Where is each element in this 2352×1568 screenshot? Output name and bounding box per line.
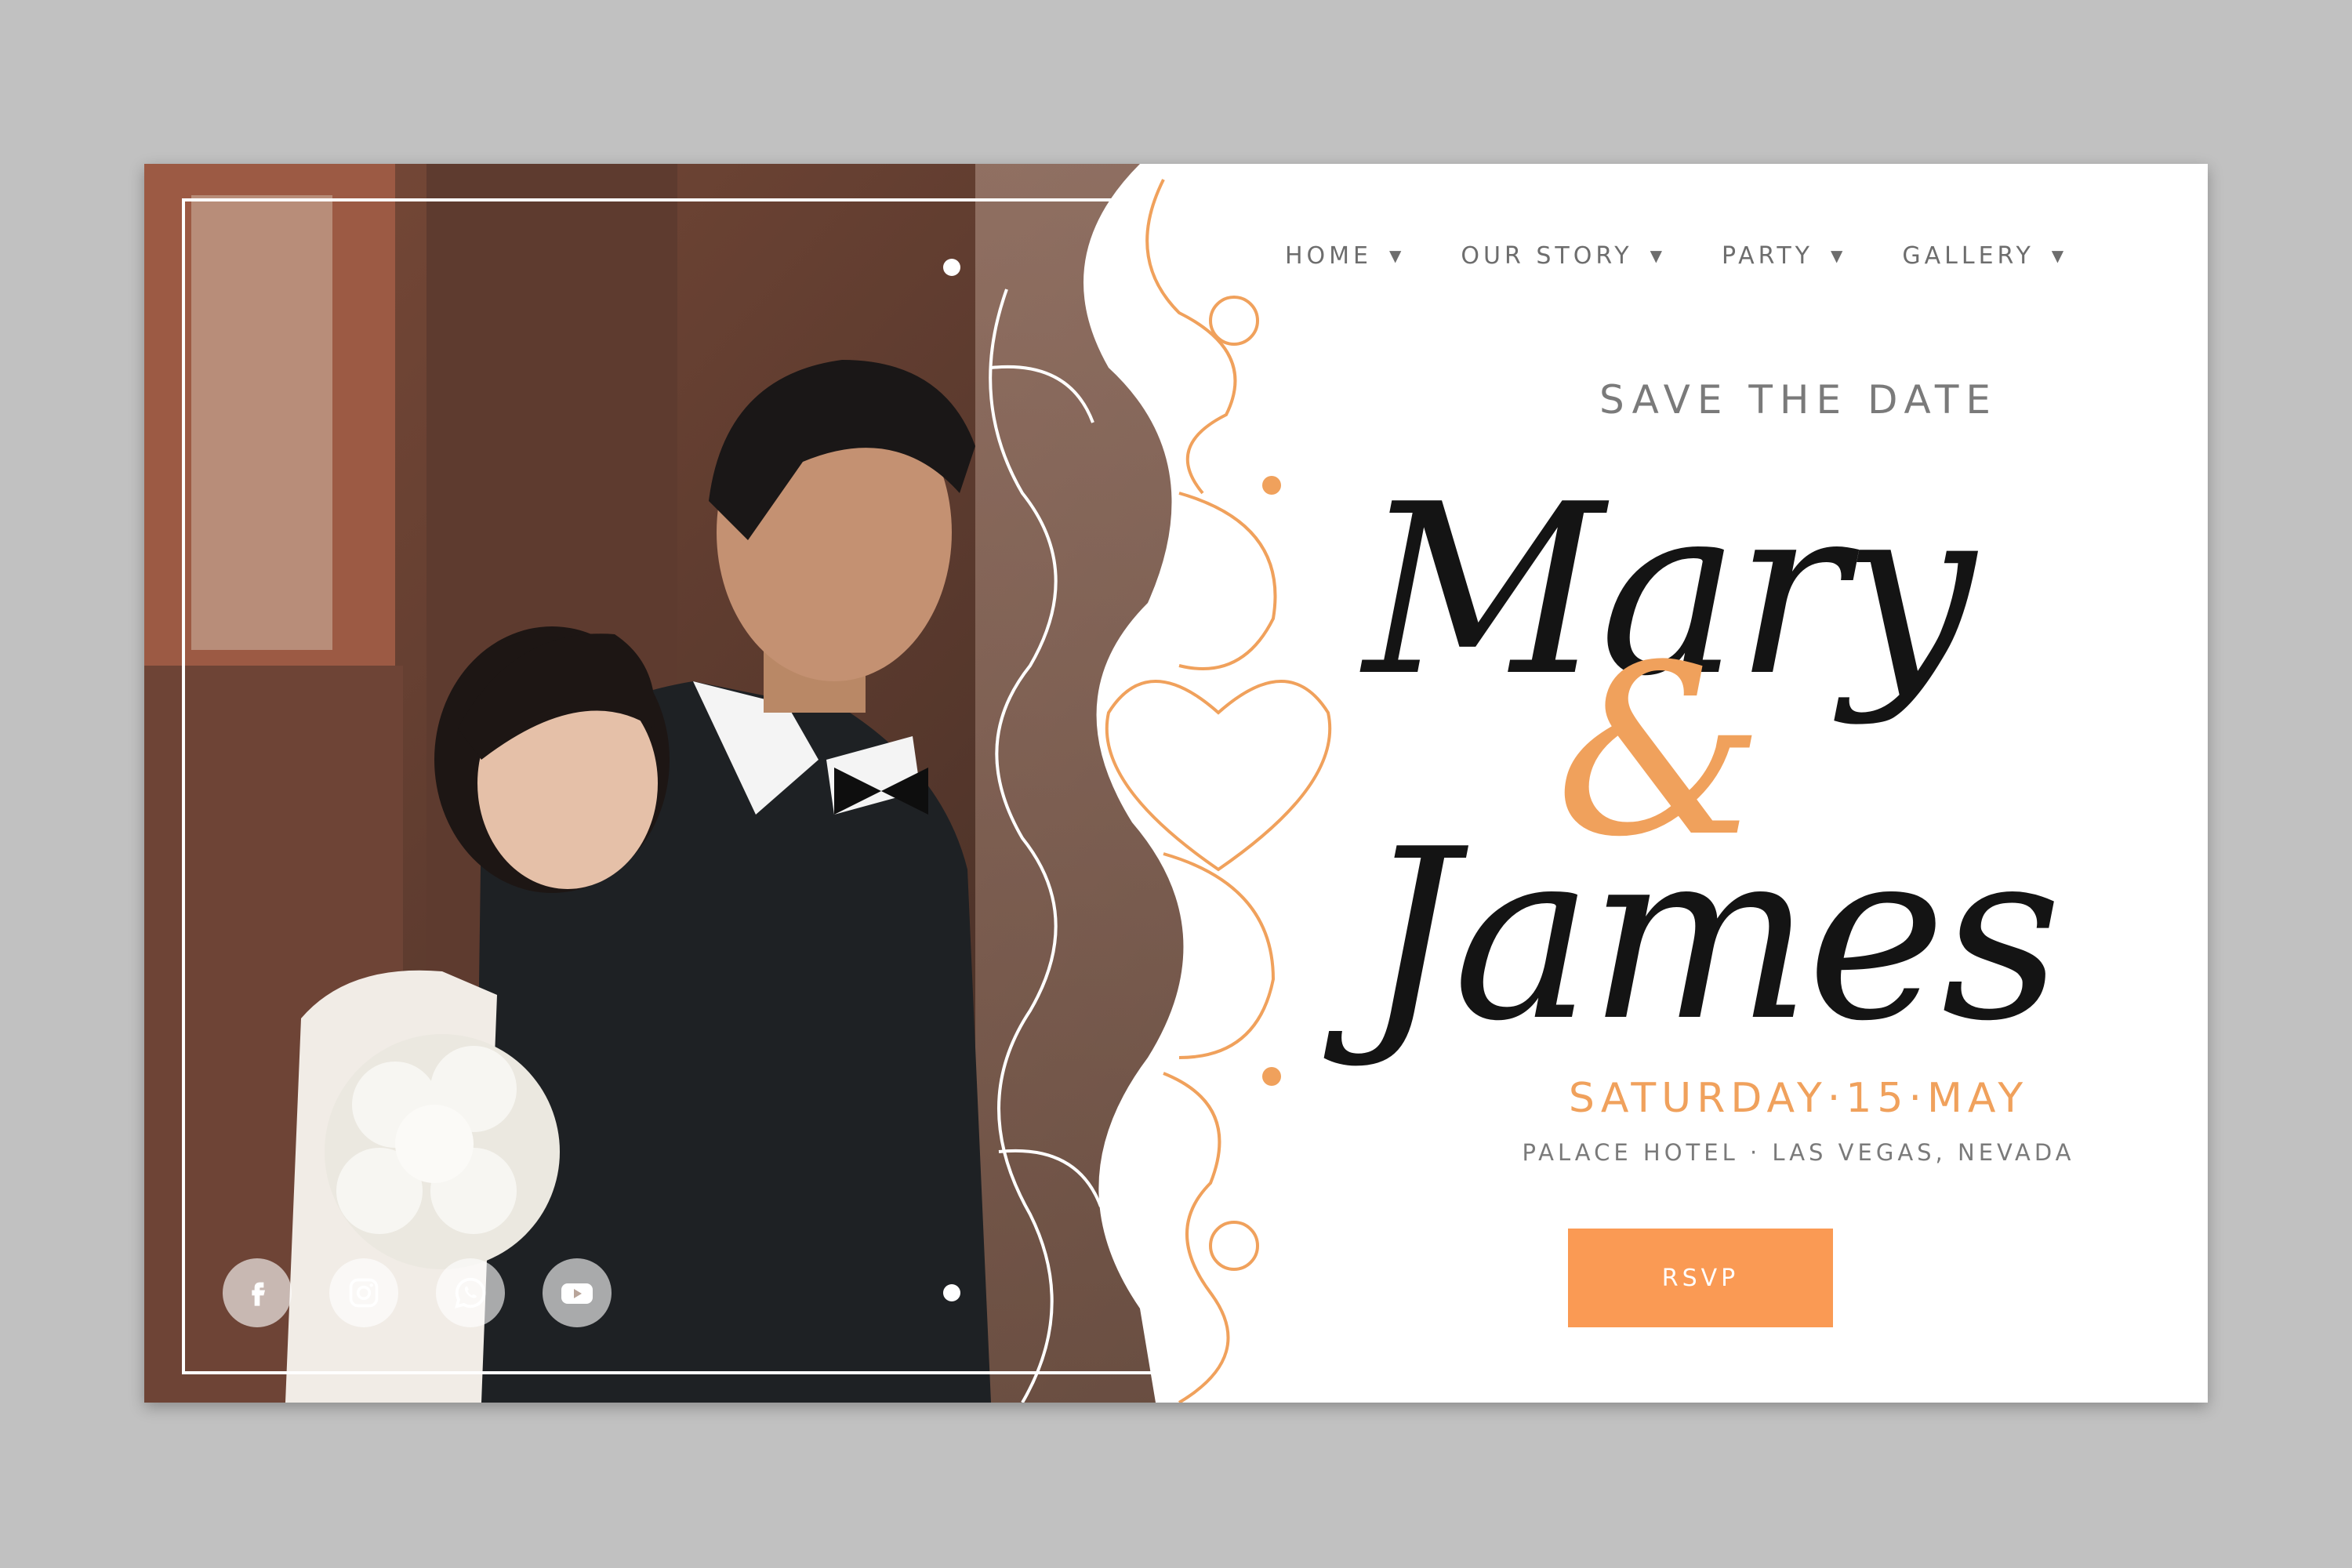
nav-item-label: OUR STORY <box>1461 241 1633 270</box>
chevron-down-icon: ▼ <box>1389 246 1402 265</box>
youtube-icon <box>561 1283 593 1304</box>
chevron-down-icon: ▼ <box>2051 246 2064 265</box>
event-venue: PALACE HOTEL · LAS VEGAS, NEVADA <box>1522 1139 2075 1166</box>
chevron-down-icon: ▼ <box>1831 246 1843 265</box>
couple-photo <box>144 164 1258 1403</box>
facebook-button[interactable] <box>223 1258 292 1327</box>
nav-item-label: PARTY <box>1721 241 1813 270</box>
instagram-button[interactable] <box>329 1258 398 1327</box>
nav-item-gallery[interactable]: GALLERY ▼ <box>1902 242 2063 270</box>
save-the-date-tagline: SAVE THE DATE <box>1599 377 1998 423</box>
whatsapp-icon <box>455 1277 486 1308</box>
whatsapp-button[interactable] <box>436 1258 505 1327</box>
nav-item-home[interactable]: HOME ▼ <box>1285 242 1401 270</box>
instagram-icon <box>349 1278 379 1308</box>
nav-item-our-story[interactable]: OUR STORY ▼ <box>1461 242 1662 270</box>
chevron-down-icon: ▼ <box>1650 246 1662 265</box>
social-links <box>223 1258 649 1327</box>
facebook-icon <box>252 1282 265 1306</box>
nav-item-label: HOME <box>1285 241 1373 270</box>
wedding-landing-page: HOME ▼ OUR STORY ▼ PARTY ▼ GALLERY ▼ SAV… <box>144 164 2208 1403</box>
nav-item-label: GALLERY <box>1902 241 2034 270</box>
name-james: James <box>1363 799 2062 1073</box>
rsvp-button[interactable]: RSVP <box>1568 1229 1833 1327</box>
main-nav: HOME ▼ OUR STORY ▼ PARTY ▼ GALLERY ▼ <box>1285 236 2123 275</box>
youtube-button[interactable] <box>543 1258 612 1327</box>
nav-item-party[interactable]: PARTY ▼ <box>1722 242 1842 270</box>
event-date: SATURDAY·15·MAY <box>1568 1075 2029 1122</box>
